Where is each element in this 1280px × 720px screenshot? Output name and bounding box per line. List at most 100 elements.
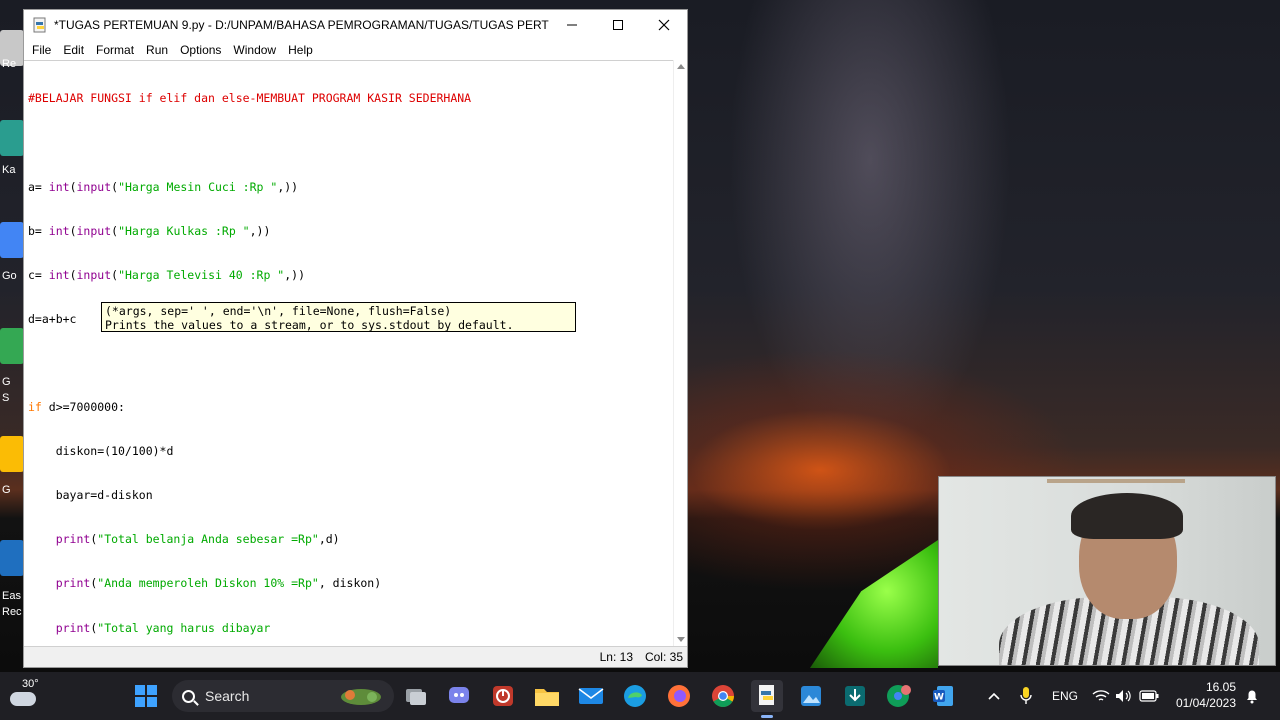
desktop-label-2: Ka	[2, 164, 16, 176]
minimize-button[interactable]	[549, 10, 595, 40]
code-line-5: c= int(input("Harga Televisi 40 :Rp ",))	[28, 267, 306, 282]
chrome-button[interactable]	[707, 680, 739, 712]
status-bar: Ln: 13 Col: 35	[24, 646, 687, 667]
calltip-signature: (*args, sep=' ', end='\n', file=None, fl…	[105, 304, 452, 318]
wifi-button[interactable]	[1088, 680, 1114, 712]
chrome-profile-icon	[887, 685, 911, 707]
notifications-button[interactable]	[1240, 680, 1264, 712]
menu-options[interactable]: Options	[174, 43, 227, 57]
calltip-description: Prints the values to a stream, or to sys…	[105, 318, 514, 332]
webcam-lamp-shape	[1047, 479, 1185, 483]
teams-chat-button[interactable]	[443, 680, 475, 712]
search-highlight-icon	[341, 689, 381, 705]
close-button[interactable]	[641, 10, 687, 40]
code-line-10: bayar=d-diskon	[28, 488, 153, 503]
volume-button[interactable]	[1112, 680, 1136, 712]
code-line-3: a= int(input("Harga Mesin Cuci :Rp ",))	[28, 179, 299, 194]
battery-icon	[1139, 690, 1159, 702]
code-line-9: diskon=(10/100)*d	[28, 444, 174, 459]
title-bar[interactable]: *TUGAS PERTEMUAN 9.py - D:/UNPAM/BAHASA …	[24, 10, 687, 40]
code-line-12: print("Anda memperoleh Diskon 10% =Rp", …	[55, 576, 382, 591]
code-text[interactable]: #BELAJAR FUNGSI if elif dan else-MEMBUAT…	[24, 61, 673, 646]
code-line-8: if d>=7000000:	[28, 400, 125, 415]
desktop-label-4: G	[2, 376, 11, 388]
webcam-person-hair	[1071, 493, 1183, 539]
download-arrow-icon	[845, 686, 865, 706]
minimize-icon	[567, 24, 577, 26]
clock-date[interactable]: 01/04/2023	[1172, 696, 1236, 710]
firefox-icon	[668, 685, 690, 707]
photos-button[interactable]	[795, 680, 827, 712]
weather-widget[interactable]: 30°	[8, 678, 48, 714]
search-icon	[182, 689, 195, 703]
wifi-icon	[1092, 690, 1110, 701]
notification-bell-icon	[1247, 690, 1257, 704]
menu-file[interactable]: File	[26, 43, 57, 57]
power-record-icon	[493, 686, 513, 706]
chrome-icon	[712, 685, 734, 707]
maximize-icon	[613, 20, 623, 30]
close-icon	[658, 19, 670, 31]
webcam-overlay	[938, 476, 1276, 666]
desktop-icon-3[interactable]	[0, 222, 24, 258]
desktop-icon-5[interactable]	[0, 436, 24, 472]
desktop-label-3: Go	[2, 270, 17, 282]
word-button[interactable]: W	[927, 680, 959, 712]
battery-button[interactable]	[1136, 680, 1162, 712]
maximize-button[interactable]	[595, 10, 641, 40]
edge-browser-icon	[624, 685, 646, 707]
scroll-up-icon[interactable]	[677, 64, 685, 69]
desktop-icon-6[interactable]	[0, 540, 24, 576]
code-line-4: b= int(input("Harga Kulkas :Rp ",))	[28, 223, 271, 238]
status-line-number: Ln: 13	[599, 650, 633, 664]
desktop-icon-4[interactable]	[0, 328, 24, 364]
desktop-label-1: Re	[2, 58, 17, 70]
search-label: Search	[205, 688, 250, 704]
vertical-scrollbar[interactable]	[673, 60, 687, 646]
photos-icon	[801, 686, 821, 706]
active-app-indicator	[761, 715, 773, 718]
desktop-label-7: Eas	[2, 590, 21, 602]
python-idle-icon	[759, 685, 774, 705]
tent-image	[810, 540, 938, 668]
menu-format[interactable]: Format	[90, 43, 140, 57]
menu-edit[interactable]: Edit	[57, 43, 90, 57]
idle-editor-window[interactable]: *TUGAS PERTEMUAN 9.py - D:/UNPAM/BAHASA …	[23, 9, 688, 668]
code-line-13: print("Total yang harus dibayar	[55, 620, 271, 635]
microphone-button[interactable]	[1010, 680, 1042, 712]
firefox-button[interactable]	[663, 680, 695, 712]
task-view-button[interactable]	[400, 680, 432, 712]
menu-run[interactable]: Run	[140, 43, 174, 57]
python-file-icon	[33, 17, 46, 33]
language-indicator[interactable]: ENG	[1052, 689, 1078, 703]
svg-text:W: W	[934, 693, 944, 703]
edge-button[interactable]	[619, 680, 651, 712]
show-hidden-icons-button[interactable]	[978, 680, 1010, 712]
recorder-app-button[interactable]	[487, 680, 519, 712]
calltip-tooltip: (*args, sep=' ', end='\n', file=None, fl…	[101, 302, 576, 332]
clock-time[interactable]: 16.05	[1196, 680, 1236, 694]
start-button[interactable]	[130, 680, 162, 712]
code-line-11: print("Total belanja Anda sebesar =Rp",d…	[55, 532, 340, 547]
taskbar-search[interactable]: Search	[172, 680, 394, 712]
editor-app-button[interactable]	[839, 680, 871, 712]
menu-bar: File Edit Format Run Options Window Help	[24, 40, 687, 60]
desktop-label-6: G	[2, 484, 11, 496]
desktop-icon-2[interactable]	[0, 120, 24, 156]
code-line-1: #BELAJAR FUNGSI if elif dan else-MEMBUAT…	[28, 91, 472, 106]
menu-window[interactable]: Window	[227, 43, 282, 57]
idle-taskbar-button[interactable]	[751, 680, 783, 718]
scroll-down-icon[interactable]	[677, 637, 685, 642]
chrome-profile-button[interactable]	[883, 680, 915, 712]
folder-icon	[535, 689, 559, 706]
mail-button[interactable]	[575, 680, 607, 712]
chevron-up-icon	[988, 692, 1000, 700]
speaker-icon	[1116, 690, 1131, 702]
file-explorer-button[interactable]	[531, 680, 563, 712]
code-editor[interactable]: #BELAJAR FUNGSI if elif dan else-MEMBUAT…	[24, 60, 673, 646]
menu-help[interactable]: Help	[282, 43, 319, 57]
windows-logo-icon	[135, 685, 157, 707]
cloud-icon	[10, 692, 36, 706]
